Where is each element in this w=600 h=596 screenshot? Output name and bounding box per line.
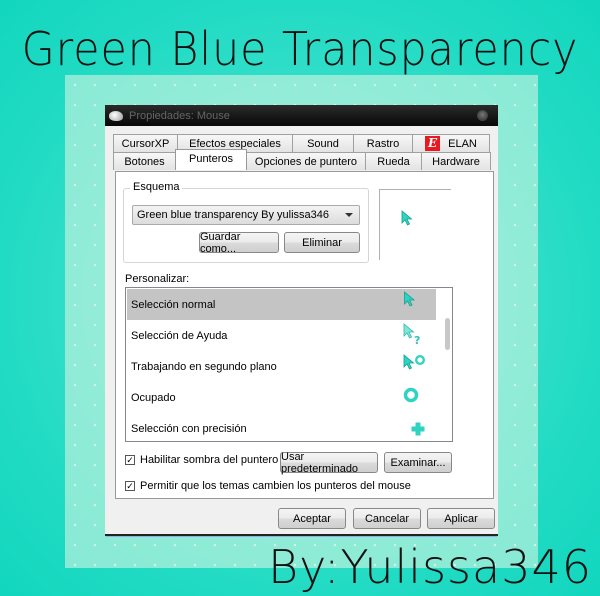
- shadow-checkbox[interactable]: ✓: [125, 455, 135, 465]
- tab-elan-label: ELAN: [448, 137, 477, 150]
- themes-checkbox-row[interactable]: ✓ Permitir que los temas cambien los pun…: [125, 480, 411, 492]
- cursor-preview: [379, 189, 451, 260]
- apply-button[interactable]: Aplicar: [427, 508, 495, 529]
- cursor-list[interactable]: Selección normal Selección de Ayuda ? Tr…: [125, 287, 453, 442]
- tab-sound[interactable]: Sound: [292, 134, 354, 152]
- use-default-button[interactable]: Usar predeterminado: [280, 451, 378, 475]
- tab-cursorxp[interactable]: CursorXP: [113, 134, 178, 152]
- mouse-icon: [109, 110, 123, 121]
- author-signature: By:Yulissa346: [268, 540, 592, 594]
- tab-elan[interactable]: E ELAN: [412, 134, 490, 152]
- tab-strip: CursorXP Efectos especiales Sound Rastro…: [113, 134, 493, 170]
- elan-logo-icon: E: [425, 136, 441, 151]
- precision-cursor-icon: [411, 422, 425, 436]
- banner-title: Green Blue Transparency: [21, 22, 579, 76]
- list-item-label: Trabajando en segundo plano: [131, 360, 277, 373]
- themes-checkbox[interactable]: ✓: [125, 481, 135, 491]
- scheme-group-label: Esquema: [130, 181, 183, 193]
- working-cursor-icon: [403, 354, 425, 370]
- list-item-label: Selección normal: [131, 298, 216, 311]
- tab-rastro[interactable]: Rastro: [353, 134, 413, 152]
- list-item-label: Ocupado: [131, 391, 176, 404]
- tab-opciones-de-puntero[interactable]: Opciones de puntero: [246, 152, 366, 170]
- shadow-checkbox-row[interactable]: ✓ Habilitar sombra del puntero: [125, 454, 278, 466]
- scheme-dropdown[interactable]: Green blue transparency By yulissa346: [132, 205, 360, 225]
- close-icon[interactable]: [477, 110, 488, 121]
- shadow-checkbox-label: Habilitar sombra del puntero: [140, 454, 279, 466]
- scheme-group: Esquema Green blue transparency By yulis…: [123, 181, 369, 263]
- tab-row-back: CursorXP Efectos especiales Sound Rastro…: [113, 134, 493, 152]
- ok-button[interactable]: Aceptar: [278, 508, 346, 529]
- themes-checkbox-label: Permitir que los temas cambien los punte…: [140, 480, 411, 492]
- save-as-button[interactable]: Guardar como...: [199, 231, 279, 255]
- busy-cursor-icon: [403, 387, 419, 403]
- arrow-cursor-icon: [404, 291, 416, 307]
- chevron-down-icon: [345, 213, 353, 217]
- list-scrollbar[interactable]: [445, 318, 450, 350]
- browse-button[interactable]: Examinar...: [384, 452, 452, 473]
- cancel-button[interactable]: Cancelar: [353, 508, 421, 529]
- arrow-cursor-icon: [401, 210, 413, 226]
- window-title: Propiedades: Mouse: [129, 109, 230, 122]
- list-item-seleccion-con-precision[interactable]: Selección con precisión: [127, 413, 436, 441]
- help-cursor-icon: ?: [403, 323, 420, 345]
- delete-button[interactable]: Eliminar: [284, 232, 360, 253]
- list-item-label: Selección de Ayuda: [131, 329, 228, 342]
- tab-hardware[interactable]: Hardware: [421, 152, 491, 170]
- svg-text:?: ?: [414, 334, 420, 345]
- scheme-selected-value: Green blue transparency By yulissa346: [137, 209, 329, 221]
- list-item-label: Selección con precisión: [131, 422, 247, 435]
- tab-row-front: Botones Punteros Opciones de puntero Rue…: [113, 149, 493, 170]
- customize-label: Personalizar:: [125, 273, 190, 285]
- tab-botones[interactable]: Botones: [113, 152, 176, 170]
- list-item-trabajando[interactable]: Trabajando en segundo plano: [127, 351, 436, 382]
- list-item-seleccion-normal[interactable]: Selección normal: [127, 289, 436, 320]
- title-bar[interactable]: Propiedades: Mouse: [105, 105, 498, 126]
- list-item-seleccion-de-ayuda[interactable]: Selección de Ayuda ?: [127, 320, 436, 351]
- mouse-properties-window: Propiedades: Mouse CursorXP Efectos espe…: [105, 105, 498, 536]
- punteros-panel: Esquema Green blue transparency By yulis…: [115, 171, 494, 499]
- list-item-ocupado[interactable]: Ocupado: [127, 382, 436, 413]
- tab-punteros[interactable]: Punteros: [175, 149, 247, 170]
- tab-rueda[interactable]: Rueda: [365, 152, 422, 170]
